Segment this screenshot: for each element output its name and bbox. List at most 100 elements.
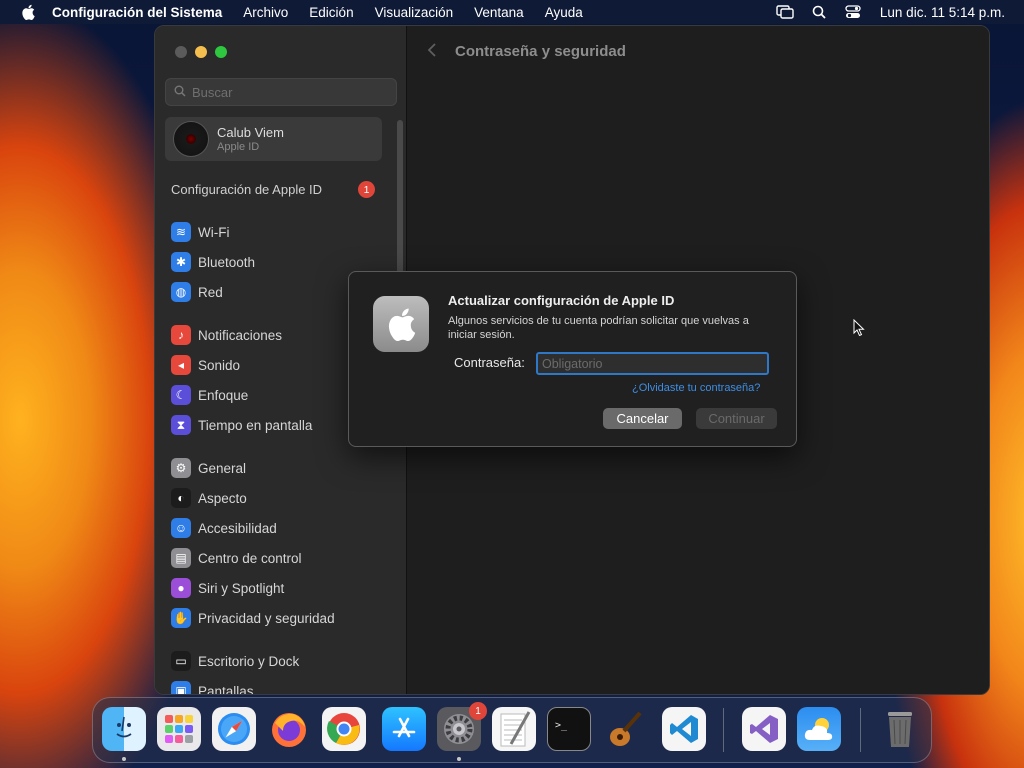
dock-weather-icon[interactable] <box>797 707 841 751</box>
spotlight-search-icon[interactable] <box>810 3 828 21</box>
cancel-button[interactable]: Cancelar <box>603 408 682 429</box>
mouse-pointer-icon <box>853 318 865 342</box>
speaker-icon: ◂ <box>171 355 191 375</box>
apple-account-item[interactable]: Calub Viem Apple ID <box>165 117 382 161</box>
sidebar-item-red[interactable]: ◍ Red <box>171 282 223 302</box>
window-controls <box>175 46 227 58</box>
menu-ayuda[interactable]: Ayuda <box>545 5 583 20</box>
apple-id-update-dialog: Actualizar configuración de Apple ID Alg… <box>348 271 797 447</box>
dock-garageband-icon[interactable] <box>602 707 646 751</box>
hourglass-icon: ⧗ <box>171 415 191 435</box>
sidebar-item-general[interactable]: ⚙ General <box>171 458 246 478</box>
search-placeholder: Buscar <box>192 84 233 100</box>
running-indicator <box>122 757 126 761</box>
sidebar-item-label: Wi-Fi <box>198 224 230 240</box>
gear-icon: ⚙ <box>171 458 191 478</box>
apple-menu-icon[interactable] <box>18 2 38 22</box>
sidebar-item-enfoque[interactable]: ☾ Enfoque <box>171 385 248 405</box>
sidebar-item-label: Notificaciones <box>198 327 283 343</box>
dock-launchpad-icon[interactable] <box>157 707 201 751</box>
sidebar-search-field[interactable]: Buscar <box>165 78 397 106</box>
dock-firefox-icon[interactable] <box>267 707 311 751</box>
running-indicator <box>457 757 461 761</box>
globe-icon: ◍ <box>171 282 191 302</box>
apple-logo-icon <box>373 296 429 352</box>
sidebar-item-label: Aspecto <box>198 490 247 506</box>
password-label: Contraseña: <box>454 355 525 370</box>
screen-mirroring-icon[interactable] <box>776 3 794 21</box>
hand-icon: ✋ <box>171 608 191 628</box>
minimize-window-button[interactable] <box>195 46 207 58</box>
sidebar-item-label: Centro de control <box>198 550 302 566</box>
sidebar-item-label: General <box>198 460 247 476</box>
control-center-icon: ▤ <box>171 548 191 568</box>
continue-button[interactable]: Continuar <box>696 408 777 429</box>
dock-chrome-icon[interactable] <box>322 707 366 751</box>
sidebar-item-label: Privacidad y seguridad <box>198 610 335 626</box>
sidebar-item-label: Bluetooth <box>198 254 256 270</box>
sidebar-item-wi-fi[interactable]: ≋ Wi-Fi <box>171 222 229 242</box>
sidebar-scrollbar[interactable] <box>397 120 403 275</box>
sidebar-item-label: Pantallas <box>198 683 254 695</box>
bell-icon: ♪ <box>171 325 191 345</box>
sidebar-item-aspecto[interactable]: ◐ Aspecto <box>171 488 247 508</box>
bluetooth-icon: ✱ <box>171 252 191 272</box>
dock-textedit-icon[interactable] <box>492 707 536 751</box>
sidebar-item-label: Siri y Spotlight <box>198 580 285 596</box>
dialog-title: Actualizar configuración de Apple ID <box>448 293 675 308</box>
account-subtitle: Apple ID <box>217 141 260 153</box>
appearance-icon: ◐ <box>171 488 191 508</box>
sidebar-item-label: Escritorio y Dock <box>198 653 300 669</box>
close-window-button[interactable] <box>175 46 187 58</box>
sidebar-item-siri-y-spotlight[interactable]: ● Siri y Spotlight <box>171 578 284 598</box>
dock-vscode-icon[interactable] <box>662 707 706 751</box>
menu-ventana[interactable]: Ventana <box>474 5 524 20</box>
sidebar-item-bluetooth[interactable]: ✱ Bluetooth <box>171 252 255 272</box>
siri-icon: ● <box>171 578 191 598</box>
menu-visualizacion[interactable]: Visualización <box>375 5 454 20</box>
search-icon <box>174 85 186 100</box>
sidebar-item-privacidad-y-seguridad[interactable]: ✋ Privacidad y seguridad <box>171 608 335 628</box>
zoom-window-button[interactable] <box>215 46 227 58</box>
menu-clock[interactable]: Lun dic. 11 5:14 p.m. <box>880 5 1005 20</box>
sidebar-item-apple-id-settings[interactable]: Configuración de Apple ID <box>171 182 322 197</box>
menu-edicion[interactable]: Edición <box>309 5 353 20</box>
sidebar-item-tiempo-en-pantalla[interactable]: ⧗ Tiempo en pantalla <box>171 415 312 435</box>
wifi-icon: ≋ <box>171 222 191 242</box>
sidebar-item-label: Enfoque <box>198 387 249 403</box>
back-chevron-icon[interactable] <box>427 42 437 63</box>
menu-app-name[interactable]: Configuración del Sistema <box>52 5 222 20</box>
dock-visual-studio-icon[interactable] <box>742 707 786 751</box>
dialog-message: Algunos servicios de tu cuenta podrían s… <box>448 315 749 341</box>
password-field[interactable] <box>536 352 769 375</box>
sidebar-item-label: Tiempo en pantalla <box>198 417 313 433</box>
sidebar-item-escritorio-y-dock[interactable]: ▭ Escritorio y Dock <box>171 651 299 671</box>
dock-safari-icon[interactable] <box>212 707 256 751</box>
dock-icon: ▭ <box>171 651 191 671</box>
sidebar-item-accesibilidad[interactable]: ☺ Accesibilidad <box>171 518 277 538</box>
sidebar-item-pantallas[interactable]: ▣ Pantallas <box>171 681 254 695</box>
sidebar-item-label: Accesibilidad <box>198 520 277 536</box>
dock-badge: 1 <box>469 702 487 720</box>
dock-terminal-icon[interactable]: >_ <box>547 707 591 751</box>
control-center-icon[interactable] <box>844 3 862 21</box>
menu-archivo[interactable]: Archivo <box>243 5 288 20</box>
sidebar-item-label: Sonido <box>198 357 241 373</box>
dock-separator <box>723 708 724 752</box>
svg-text:>_: >_ <box>555 720 568 731</box>
dock-trash-icon[interactable] <box>878 707 922 751</box>
forgot-password-link[interactable]: ¿Olvidaste tu contraseña? <box>632 382 760 394</box>
avatar <box>173 121 209 157</box>
sidebar-item-centro-de-control[interactable]: ▤ Centro de control <box>171 548 302 568</box>
sidebar-item-sonido[interactable]: ◂ Sonido <box>171 355 240 375</box>
accessibility-icon: ☺ <box>171 518 191 538</box>
menu-bar: Configuración del Sistema Archivo Edició… <box>0 0 1024 24</box>
display-icon: ▣ <box>171 681 191 694</box>
dock: 1 >_ <box>92 697 932 763</box>
moon-icon: ☾ <box>171 385 191 405</box>
sidebar-item-label: Red <box>198 284 223 300</box>
account-name: Calub Viem <box>217 125 284 140</box>
dock-finder-icon[interactable] <box>102 707 146 751</box>
dock-app-store-icon[interactable] <box>382 707 426 751</box>
sidebar-item-notificaciones[interactable]: ♪ Notificaciones <box>171 325 282 345</box>
